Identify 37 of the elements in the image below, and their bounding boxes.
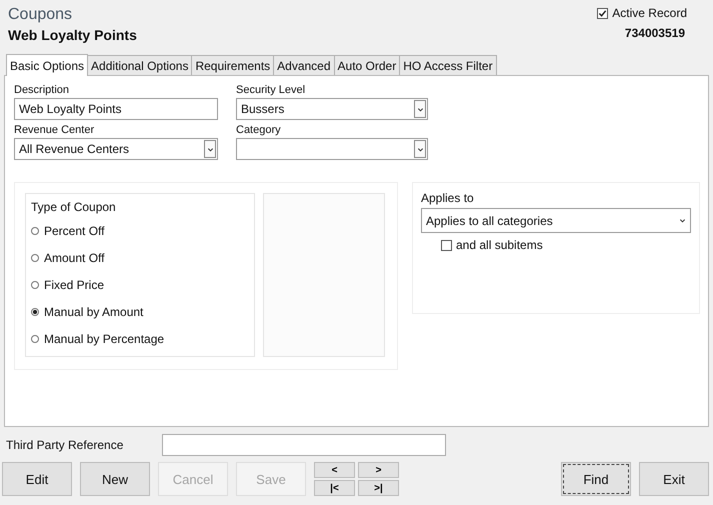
- applies-to-dropdown[interactable]: Applies to all categories: [421, 208, 691, 233]
- field-label: Applies to: [421, 191, 475, 206]
- tab[interactable]: Basic Options: [6, 54, 88, 76]
- tab[interactable]: Advanced: [273, 55, 335, 75]
- nav-button[interactable]: |<: [314, 480, 355, 496]
- group-title: Type of Coupon: [31, 200, 117, 214]
- action-button[interactable]: Exit: [639, 462, 709, 496]
- action-button[interactable]: New: [80, 462, 150, 496]
- nav-button[interactable]: >: [358, 462, 399, 478]
- dropdown-field[interactable]: All Revenue Centers: [14, 138, 218, 160]
- field-label: Revenue Center: [14, 124, 96, 137]
- dropdown-field[interactable]: Bussers: [236, 98, 428, 120]
- record-name: Web Loyalty Points: [8, 26, 137, 44]
- nav-button[interactable]: >|: [358, 480, 399, 496]
- field-label: Third Party Reference: [6, 438, 124, 452]
- tab[interactable]: HO Access Filter: [399, 55, 497, 75]
- field-label: Description: [14, 84, 70, 97]
- field-label: Category: [236, 124, 282, 137]
- radio-option[interactable]: Fixed Price: [31, 278, 249, 292]
- tab[interactable]: Requirements: [191, 55, 274, 75]
- window-title: Coupons: [8, 5, 74, 25]
- radio-option[interactable]: Percent Off: [31, 224, 249, 238]
- third-party-reference-field[interactable]: [162, 434, 446, 456]
- tab[interactable]: Additional Options: [87, 55, 192, 75]
- dropdown-field[interactable]: [236, 138, 428, 160]
- field-label: Security Level: [236, 84, 306, 97]
- description-field[interactable]: Web Loyalty Points: [14, 98, 218, 120]
- tab[interactable]: Auto Order: [334, 55, 400, 75]
- nav-button[interactable]: <: [314, 462, 355, 478]
- radio-option[interactable]: Manual by Amount: [31, 305, 249, 319]
- radio-option[interactable]: Amount Off: [31, 251, 249, 265]
- active-record-checkbox[interactable]: Active Record: [597, 6, 687, 20]
- record-number: 734003519: [624, 26, 685, 40]
- radio-option[interactable]: Manual by Percentage: [31, 332, 249, 346]
- action-button[interactable]: Edit: [2, 462, 72, 496]
- subitems-checkbox[interactable]: and all subitems: [421, 238, 691, 252]
- action-button[interactable]: Find: [561, 462, 631, 496]
